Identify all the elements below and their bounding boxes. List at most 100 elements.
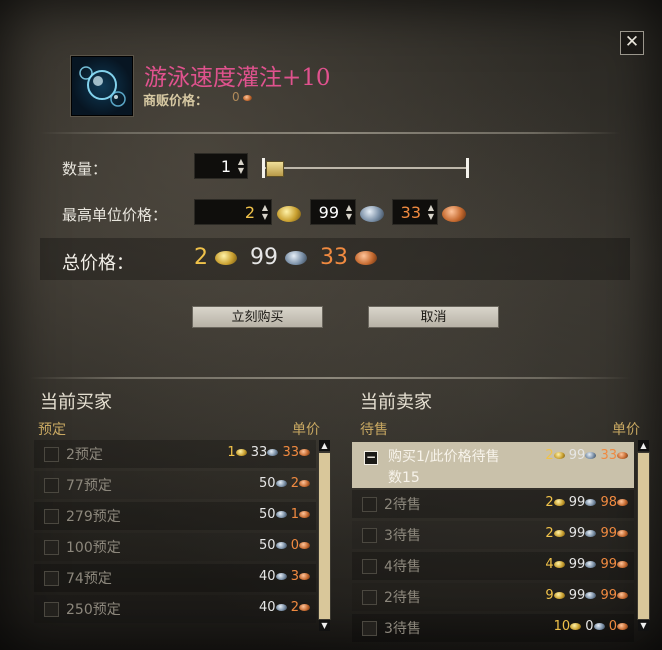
stepper-arrows-icon[interactable]: ▲ ▼ — [428, 203, 434, 221]
row-label: 2待售 — [384, 497, 421, 513]
slider-min-cap — [262, 158, 265, 178]
cancel-button[interactable]: 取消 — [368, 306, 499, 328]
row-checkbox[interactable] — [362, 621, 377, 636]
silver-coin-icon — [275, 480, 287, 487]
gold-coin-icon — [215, 251, 237, 265]
sellers-scrollbar[interactable]: ▲ ▼ — [637, 440, 650, 632]
scroll-thumb[interactable] — [637, 452, 650, 620]
buyer-row[interactable]: 74预定 40 3 — [34, 564, 316, 592]
copper-coin-icon — [442, 206, 466, 222]
seller-row[interactable]: 2待售 2 99 98 — [352, 490, 634, 518]
row-checkbox[interactable] — [44, 540, 59, 555]
copper-coin-icon — [299, 604, 310, 611]
row-label: 2预定 — [66, 447, 103, 463]
scroll-down-icon[interactable]: ▼ — [638, 620, 649, 631]
max-price-silver-stepper[interactable]: 99 ▲ ▼ — [310, 199, 356, 225]
selected-row-price: 2 99 33 — [545, 448, 628, 463]
quantity-label: 数量： — [62, 160, 108, 178]
copper-coin-icon — [299, 511, 310, 518]
seller-row[interactable]: 2待售 9 99 99 — [352, 583, 634, 611]
seller-row[interactable]: 4待售 4 99 99 — [352, 552, 634, 580]
close-button[interactable]: ✕ — [620, 31, 644, 55]
stepper-arrows-icon[interactable]: ▲ ▼ — [346, 203, 352, 221]
gold-coin-icon — [553, 452, 565, 459]
buyer-row[interactable]: 250预定 40 2 — [34, 595, 316, 623]
stepper-arrows-icon[interactable]: ▲ ▼ — [238, 157, 244, 175]
buy-now-button[interactable]: 立刻购买 — [192, 306, 323, 328]
row-label: 279预定 — [66, 509, 121, 525]
row-checkbox[interactable] — [44, 447, 59, 462]
silver-coin-icon — [585, 592, 597, 599]
row-label: 4待售 — [384, 559, 421, 575]
buyer-row[interactable]: 100预定 50 0 — [34, 533, 316, 561]
buyer-row[interactable]: 279预定 50 1 — [34, 502, 316, 530]
copper-coin-icon — [299, 573, 310, 580]
scroll-up-icon[interactable]: ▲ — [638, 440, 649, 451]
row-price: 4 99 99 — [545, 557, 628, 572]
buyer-row[interactable]: 2预定 1 33 33 — [34, 440, 316, 468]
silver-coin-icon — [275, 542, 287, 549]
row-price: 2 99 99 — [545, 526, 628, 541]
copper-coin-icon — [617, 499, 628, 506]
scroll-thumb[interactable] — [318, 452, 331, 620]
gold-coin-icon — [553, 561, 565, 568]
quantity-stepper[interactable]: 1 ▲ ▼ — [194, 153, 248, 179]
item-title: 游泳速度灌注+10 — [144, 65, 331, 91]
row-checkbox[interactable] — [362, 590, 377, 605]
gold-coin-icon — [553, 499, 565, 506]
scroll-down-icon[interactable]: ▼ — [319, 620, 330, 631]
row-label: 77预定 — [66, 478, 112, 494]
sellers-col-for-sale: 待售 — [360, 422, 388, 438]
copper-coin-icon — [299, 480, 310, 487]
copper-coin-icon — [243, 94, 253, 101]
copper-coin-icon — [299, 449, 310, 456]
silver-coin-icon — [267, 449, 279, 456]
row-checkbox[interactable] — [44, 571, 59, 586]
divider — [30, 377, 630, 379]
buyer-row[interactable]: 77预定 50 2 — [34, 471, 316, 499]
row-price: 1 33 33 — [227, 445, 310, 460]
row-price: 50 2 — [259, 476, 310, 491]
row-checkbox[interactable] — [362, 528, 377, 543]
row-price: 50 1 — [259, 507, 310, 522]
row-checkbox[interactable] — [44, 509, 59, 524]
selected-row-text-1: 购买1/此价格待售 — [388, 449, 500, 465]
silver-coin-icon — [275, 573, 287, 580]
copper-coin-icon — [617, 623, 628, 630]
total-price-label: 总价格： — [62, 253, 134, 274]
row-label: 3待售 — [384, 621, 421, 637]
row-checkbox[interactable] — [44, 602, 59, 617]
selected-seller-row[interactable]: − 购买1/此价格待售 数15 2 99 33 — [352, 442, 634, 488]
seller-row[interactable]: 3待售 2 99 99 — [352, 521, 634, 549]
row-checkbox[interactable] — [44, 478, 59, 493]
stepper-arrows-icon[interactable]: ▲ ▼ — [262, 203, 268, 221]
max-price-gold-stepper[interactable]: 2 ▲ ▼ — [194, 199, 272, 225]
max-price-copper-stepper[interactable]: 33 ▲ ▼ — [392, 199, 438, 225]
buyers-col-unit-price: 单价 — [292, 422, 320, 438]
quantity-slider[interactable] — [262, 158, 470, 178]
row-checkbox[interactable] — [362, 559, 377, 574]
gold-coin-icon — [553, 592, 565, 599]
collapse-icon[interactable]: − — [364, 451, 378, 465]
sellers-list: 2待售 2 99 98 3待售 2 99 99 4待售 4 99 99 2待售 9 99 99… — [352, 490, 634, 642]
row-price: 10 0 0 — [554, 619, 628, 634]
row-checkbox[interactable] — [362, 497, 377, 512]
selected-row-text-2: 数15 — [388, 470, 420, 486]
total-price-value: 2 99 33 — [194, 245, 377, 270]
vendor-price-label: 商贩价格： — [143, 94, 209, 109]
current-buyers-title: 当前买家 — [40, 392, 112, 413]
gold-coin-icon — [553, 530, 565, 537]
seller-row[interactable]: 3待售 10 0 0 — [352, 614, 634, 642]
copper-coin-icon — [355, 251, 377, 265]
silver-coin-icon — [360, 206, 384, 222]
gold-coin-icon — [277, 206, 301, 222]
scroll-up-icon[interactable]: ▲ — [319, 440, 330, 451]
buyers-list: 2预定 1 33 33 77预定 50 2 279预定 50 1 100预定 50 0 74预定… — [34, 440, 316, 630]
sellers-col-unit-price: 单价 — [612, 422, 640, 438]
row-label: 250预定 — [66, 602, 121, 618]
max-unit-price-label: 最高单位价格： — [62, 206, 168, 224]
slider-handle[interactable] — [266, 161, 284, 177]
buyers-scrollbar[interactable]: ▲ ▼ — [318, 440, 331, 632]
vendor-price-value: 0 — [232, 90, 253, 104]
gold-coin-icon — [235, 449, 247, 456]
